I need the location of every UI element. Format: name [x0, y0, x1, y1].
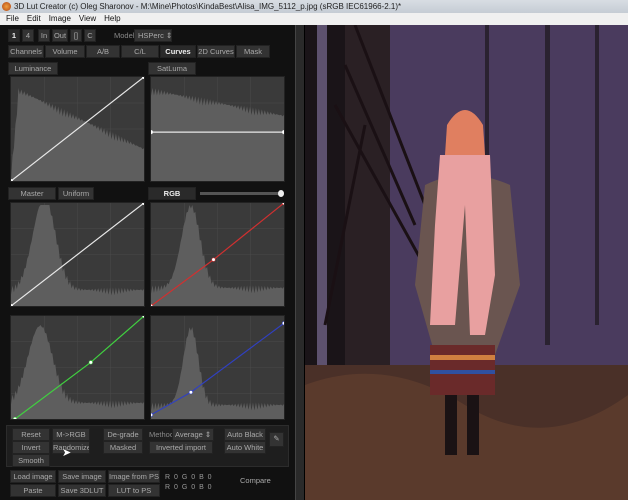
curve-point [281, 321, 284, 326]
curve-point [151, 130, 154, 135]
inverted-import-button[interactable]: Inverted import [149, 441, 213, 454]
auto-black-button[interactable]: Auto Black [224, 428, 266, 441]
paste-button[interactable]: Paste [10, 484, 56, 497]
curve-point [281, 130, 284, 135]
split-button[interactable]: [] [70, 29, 82, 42]
spinner-icon: ⇕ [165, 31, 172, 40]
degrade-button[interactable]: De-grade [103, 428, 143, 441]
method-label: Method [149, 430, 175, 439]
curve-point [151, 412, 154, 417]
app-icon [2, 2, 11, 11]
auto-white-button[interactable]: Auto White [224, 441, 266, 454]
curve-point [211, 257, 216, 262]
title-bar: 3D Lut Creator (c) Oleg Sharonov - M:\Mi… [0, 0, 628, 13]
view-1-button[interactable]: 1 [8, 29, 20, 42]
satluma-curve-graph[interactable] [150, 76, 285, 182]
menu-image[interactable]: Image [49, 13, 71, 25]
uniform-button[interactable]: Uniform [58, 187, 94, 200]
menu-edit[interactable]: Edit [27, 13, 41, 25]
menu-help[interactable]: Help [104, 13, 120, 25]
mouse-cursor-icon: ➤ [62, 447, 72, 459]
menu-file[interactable]: File [6, 13, 19, 25]
color-readout-result: R 0 G 0 B 0 [165, 484, 213, 491]
tab-mask[interactable]: Mask [236, 45, 270, 58]
load-image-button[interactable]: Load image [10, 470, 56, 483]
c-button[interactable]: C [84, 29, 96, 42]
tab-channels[interactable]: Channels [8, 45, 44, 58]
out-button[interactable]: Out [52, 29, 68, 42]
method-value: Average [175, 430, 203, 439]
satluma-label[interactable]: SatLuma [148, 62, 196, 75]
rgb-button[interactable]: RGB [148, 187, 196, 200]
red-curve-graph[interactable] [150, 202, 285, 307]
curve-point [88, 360, 93, 365]
image-from-ps-button[interactable]: Image from PS [108, 470, 160, 483]
splitter[interactable] [295, 25, 305, 500]
invert-button[interactable]: Invert [12, 441, 50, 454]
curve-point [12, 416, 18, 419]
luminance-label[interactable]: Luminance [8, 62, 58, 75]
view-4-button[interactable]: 4 [22, 29, 34, 42]
reset-button[interactable]: Reset [12, 428, 50, 441]
model-value: HSPerc [138, 31, 164, 40]
model-label: Model [114, 31, 135, 40]
save-3dlut-button[interactable]: Save 3DLUT [58, 484, 106, 497]
masked-button[interactable]: Masked [103, 441, 143, 454]
menu-view[interactable]: View [79, 13, 96, 25]
spinner-icon: ⇕ [204, 430, 212, 439]
rgb-slider-handle[interactable] [278, 190, 284, 197]
rgb-slider[interactable] [200, 190, 284, 197]
master-curve-graph[interactable] [10, 202, 145, 307]
blue-curve-graph[interactable] [150, 315, 285, 420]
model-select[interactable]: HSPerc ⇕ [134, 29, 172, 42]
control-panel: 1 4 In Out [] C Model HSPerc ⇕ Channels … [0, 25, 295, 500]
tab-ab[interactable]: A/B [86, 45, 120, 58]
compare-button[interactable]: Compare [240, 476, 271, 485]
menu-bar: File Edit Image View Help [0, 13, 628, 25]
tab-2d-curves[interactable]: 2D Curves [197, 45, 235, 58]
tab-curves[interactable]: Curves [160, 45, 196, 58]
tab-cl[interactable]: C/L [121, 45, 159, 58]
tab-volume[interactable]: Volume [45, 45, 85, 58]
image-preview [305, 25, 628, 500]
color-readout-source: R 0 G 0 B 0 [165, 474, 213, 481]
method-select[interactable]: Average ⇕ [172, 428, 214, 441]
eyedropper-button[interactable]: ✎ [269, 432, 284, 447]
master-button[interactable]: Master [8, 187, 56, 200]
luminance-curve-graph[interactable] [10, 76, 145, 182]
curve-point [188, 390, 193, 395]
eyedropper-icon: ✎ [273, 434, 280, 443]
window-title: 3D Lut Creator (c) Oleg Sharonov - M:\Mi… [14, 2, 402, 11]
green-curve-graph[interactable] [10, 315, 145, 420]
m-rgb-button[interactable]: M->RGB [52, 428, 90, 441]
smooth-button[interactable]: Smooth [12, 454, 50, 467]
lut-to-ps-button[interactable]: LUT to PS [108, 484, 160, 497]
save-image-button[interactable]: Save image [58, 470, 106, 483]
in-button[interactable]: In [38, 29, 50, 42]
